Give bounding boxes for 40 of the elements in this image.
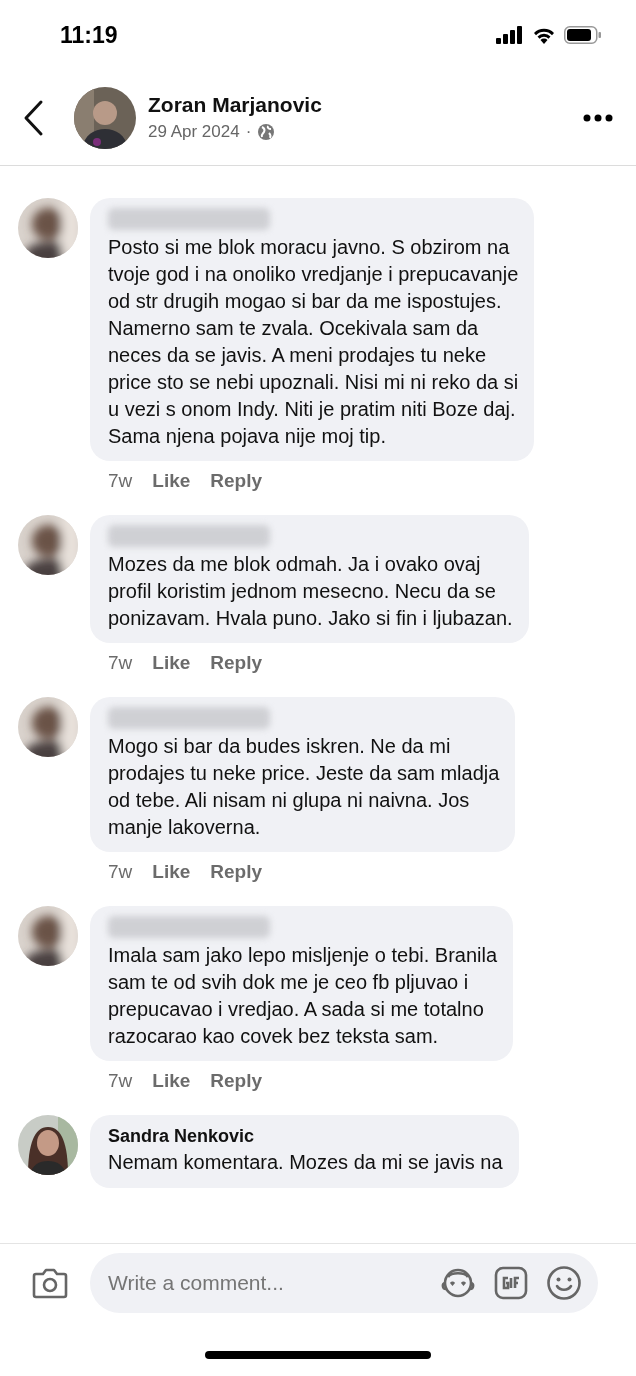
comment-text: Posto si me blok moracu javno. S obzirom na tvoje god i na onoliko vredjanje i prepucavanje od str drugih mogao si bar da me ispostujes. Namerno sam te zvala. Ocekivala sam da neces da se javis. A meni prodajes tu neke price sto se nebi upoznali. Nisi mi ni reko da si u vezi s onom Indy. Niti je pratim niti Boze daj. Sama njena pojava nije moj tip. [108, 235, 519, 449]
comment-time: 7w [108, 468, 133, 493]
globe-icon [257, 122, 276, 141]
camera-button[interactable] [32, 1267, 68, 1299]
comment-time: 7w [108, 1068, 133, 1093]
comment-field[interactable]: Write a comment... [90, 1253, 598, 1313]
comment-time: 7w [108, 859, 133, 884]
reply-link[interactable]: Reply [210, 1066, 263, 1096]
comment-text: Mozes da me blok odmah. Ja i ovako ovaj profil koristim jednom mesecno. Necu da se ponizavam. Hvala puno. Jako si fin i ljubazan. [108, 552, 513, 631]
more-icon [583, 113, 613, 122]
status-time: 11:19 [60, 20, 118, 50]
post-author: Zoran Marjanovic [148, 91, 322, 118]
reply-link[interactable]: Reply [210, 466, 263, 496]
avatar-sticker-icon[interactable] [440, 1266, 476, 1300]
avatar[interactable] [18, 906, 78, 966]
post-date: 29 Apr 2024 [148, 120, 240, 143]
like-link[interactable]: Like [152, 857, 191, 887]
avatar[interactable] [18, 1115, 78, 1175]
battery-icon [564, 26, 602, 44]
comment-time: 7w [108, 650, 133, 675]
reply-link[interactable]: Reply [210, 648, 263, 678]
comment-text: Imala sam jako lepo misljenje o tebi. Branila sam te od svih dok me je ceo fb pljuvao i prepucavao i vredjao. A sada si me totalno razocarao kao covek bez teksta sam. [108, 943, 498, 1049]
camera-icon [32, 1267, 68, 1299]
emoji-icon[interactable] [546, 1265, 582, 1301]
back-icon [22, 98, 44, 137]
comment-input[interactable]: Write a comment... [108, 1267, 440, 1299]
separator-dot: · [245, 120, 252, 143]
wifi-icon [532, 26, 556, 44]
signal-icon [496, 26, 524, 44]
gif-icon[interactable] [494, 1266, 528, 1300]
reply-link[interactable]: Reply [210, 857, 263, 887]
avatar[interactable] [18, 515, 78, 575]
avatar[interactable] [18, 697, 78, 757]
like-link[interactable]: Like [152, 648, 191, 678]
commenter-name: Sandra Nenkovic [108, 1125, 256, 1148]
avatar[interactable] [18, 198, 78, 258]
comment-text: Nemam komentara. Mozes da mi se javis na [108, 1150, 503, 1175]
like-link[interactable]: Like [152, 1066, 191, 1096]
like-link[interactable]: Like [152, 466, 191, 496]
comment-text: Mogo si bar da budes iskren. Ne da mi prodajes tu neke price. Jeste da sam mladja od tebe. Ali nisam ni glupa ni naivna. Jos manje lakoverna. [108, 734, 500, 840]
